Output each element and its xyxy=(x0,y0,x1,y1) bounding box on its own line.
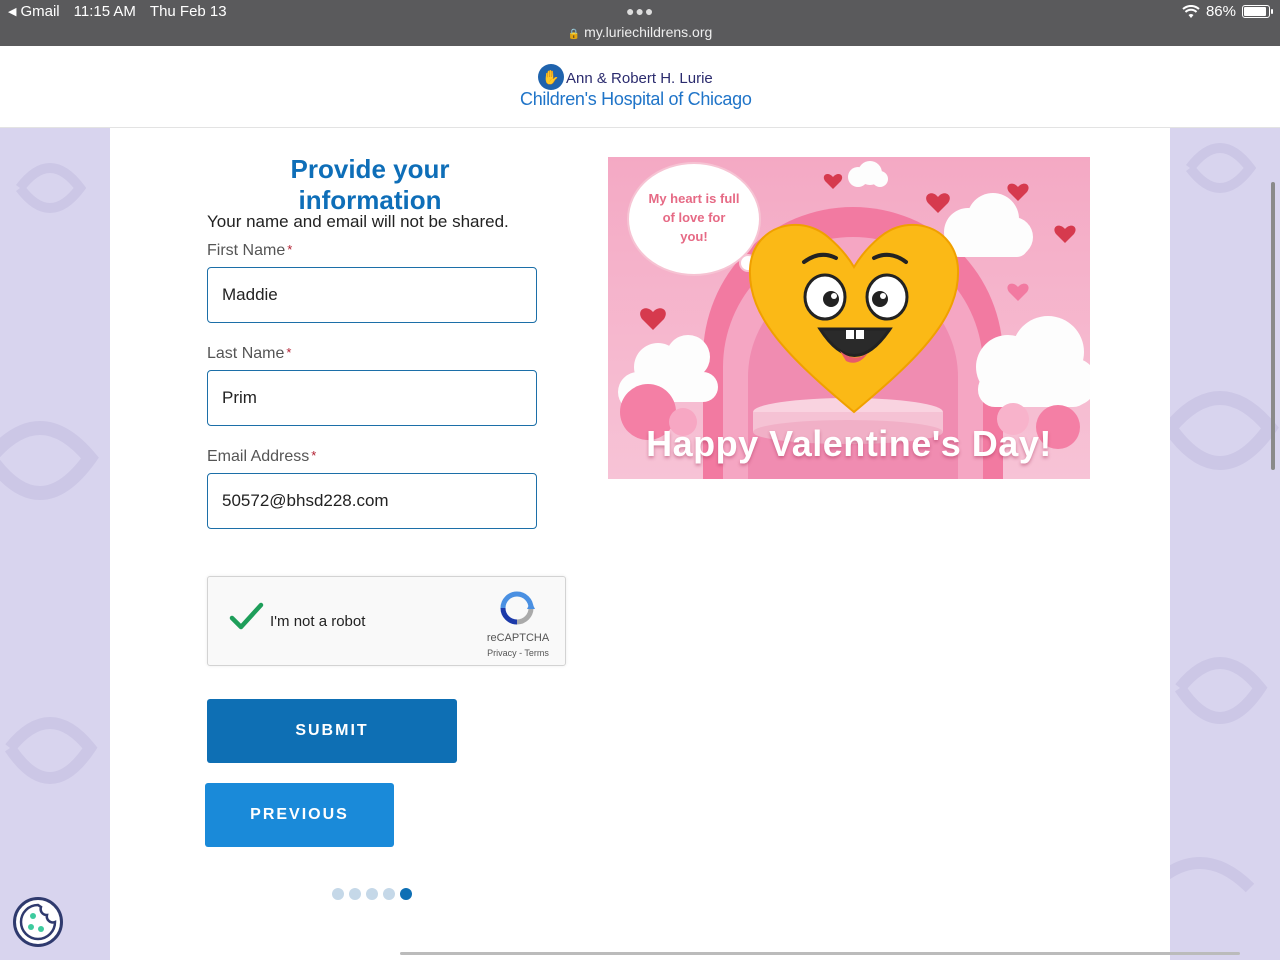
home-indicator xyxy=(400,952,1240,955)
battery-fill xyxy=(1244,7,1267,16)
submit-button[interactable]: SUBMIT xyxy=(207,699,457,763)
thought-bubble-text: My heart is full of love for you! xyxy=(648,191,740,244)
required-marker: * xyxy=(286,345,292,360)
right-decorative-background xyxy=(1170,128,1280,960)
hearts-pattern-icon xyxy=(1170,143,1279,893)
last-name-label-text: Last Name xyxy=(207,345,285,362)
pager-dot[interactable] xyxy=(349,888,361,900)
battery-icon xyxy=(1242,5,1273,18)
pager-dot[interactable] xyxy=(332,888,344,900)
multitasking-dots-icon[interactable]: ●●● xyxy=(626,3,654,19)
main-panel: Provide your information Your name and e… xyxy=(110,128,1170,960)
back-to-app-link[interactable]: ◀ Gmail xyxy=(8,3,60,20)
cookie-settings-button[interactable] xyxy=(13,897,63,947)
battery-percent: 86% xyxy=(1205,3,1236,20)
required-marker: * xyxy=(287,242,293,257)
checkmark-icon[interactable] xyxy=(228,599,264,635)
email-input[interactable] xyxy=(207,473,537,529)
previous-button[interactable]: PREVIOUS xyxy=(205,783,394,847)
lock-icon: 🔒 xyxy=(567,29,581,40)
left-decorative-background xyxy=(0,128,110,960)
email-label-text: Email Address xyxy=(207,448,310,465)
required-marker: * xyxy=(311,448,317,463)
address-bar[interactable]: 🔒 my.luriechildrens.org xyxy=(0,24,1280,40)
email-label: Email Address * xyxy=(207,448,316,466)
step-pager xyxy=(332,888,412,900)
pager-dot[interactable] xyxy=(366,888,378,900)
recaptcha-privacy-terms-links[interactable]: Privacy - Terms xyxy=(478,648,558,658)
recaptcha-label: I'm not a robot xyxy=(270,613,366,630)
url-text: my.luriechildrens.org xyxy=(584,24,713,40)
back-app-label: Gmail xyxy=(20,3,60,20)
cookie-icon xyxy=(19,903,57,941)
first-name-label-text: First Name xyxy=(207,242,286,259)
wifi-icon xyxy=(1182,4,1200,18)
page-scrollbar[interactable] xyxy=(1271,182,1275,470)
recaptcha-widget: I'm not a robot reCAPTCHA Privacy - Term… xyxy=(207,576,566,666)
hand-logo-icon: ✋ xyxy=(538,64,564,90)
recaptcha-logo-icon xyxy=(500,591,535,625)
first-name-input[interactable] xyxy=(207,267,537,323)
last-name-label: Last Name * xyxy=(207,345,291,363)
recaptcha-brand: reCAPTCHA xyxy=(486,632,550,644)
site-header: ✋ Ann & Robert H. Lurie Children's Hospi… xyxy=(0,46,1280,128)
hospital-logo[interactable]: ✋ Ann & Robert H. Lurie Children's Hospi… xyxy=(520,62,765,114)
page-title: Provide your information xyxy=(290,154,450,215)
logo-line-1: Ann & Robert H. Lurie xyxy=(566,70,713,87)
pager-dot[interactable] xyxy=(383,888,395,900)
last-name-input[interactable] xyxy=(207,370,537,426)
clock-time: 11:15 AM xyxy=(73,3,136,20)
first-name-label: First Name * xyxy=(207,242,292,260)
clock-date: Thu Feb 13 xyxy=(149,3,227,20)
privacy-note: Your name and email will not be shared. xyxy=(207,212,509,231)
hearts-pattern-icon xyxy=(0,163,99,784)
valentine-greeting: Happy Valentine's Day! xyxy=(646,423,1052,464)
status-bar: ◀ Gmail 11:15 AM Thu Feb 13 ●●● 🔒 my.luri… xyxy=(0,0,1280,46)
back-arrow-icon: ◀ xyxy=(8,6,17,18)
pager-dot[interactable] xyxy=(400,888,412,900)
valentine-card-image: My heart is full of love for you! Happy … xyxy=(608,157,1090,479)
logo-line-2: Children's Hospital of Chicago xyxy=(520,89,752,109)
